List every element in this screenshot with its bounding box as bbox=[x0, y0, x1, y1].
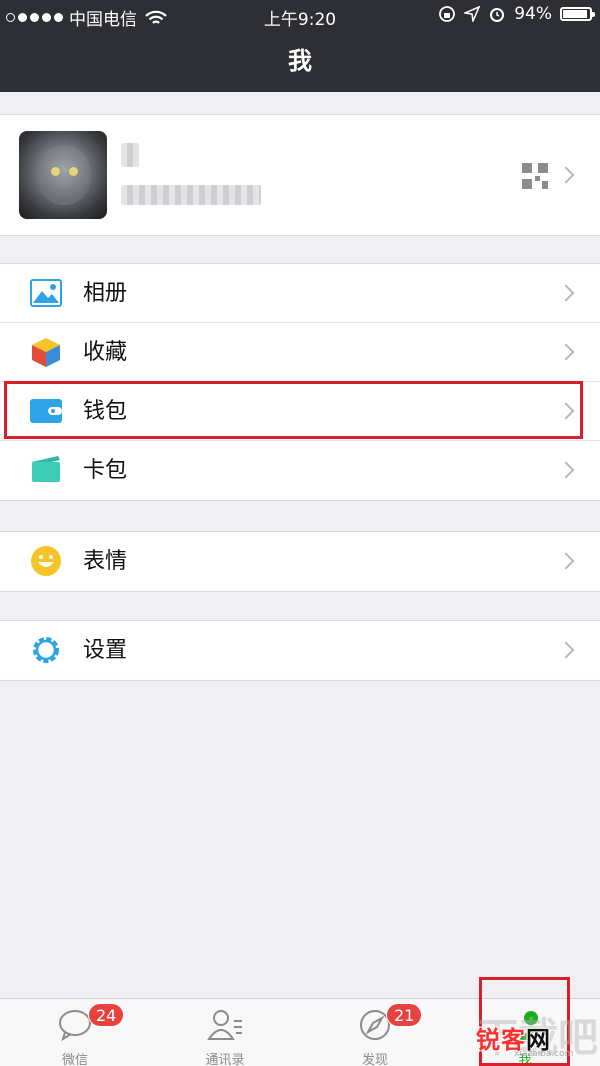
tab-label: 发现 bbox=[361, 1053, 388, 1066]
menu-group-emoji: 表情 bbox=[0, 531, 600, 592]
menu-item-label: 收藏 bbox=[83, 340, 128, 365]
battery-percent: 94% bbox=[514, 4, 552, 24]
menu-item-label: 相册 bbox=[83, 281, 128, 306]
watermark-url: xiazaiba.com bbox=[514, 1049, 574, 1059]
location-icon bbox=[464, 6, 481, 22]
watermark-logo: 下载吧 锐客网 xiazaiba.com bbox=[466, 1005, 600, 1065]
profile-name-blurred bbox=[121, 143, 139, 167]
smiley-icon bbox=[30, 545, 62, 577]
profile-card[interactable] bbox=[0, 114, 600, 236]
status-right: 94% bbox=[438, 4, 595, 24]
tab-label: 微信 bbox=[61, 1053, 88, 1066]
photo-album-icon bbox=[30, 277, 62, 309]
tab-chats[interactable]: 24 微信 bbox=[0, 999, 150, 1066]
tab-discover[interactable]: 21 发现 bbox=[300, 999, 450, 1066]
menu-group-settings: 设置 bbox=[0, 620, 600, 681]
chevron-right-icon bbox=[557, 166, 575, 184]
chevron-right-icon bbox=[557, 641, 575, 659]
wallet-highlight-box bbox=[4, 381, 583, 439]
card-pack-icon bbox=[30, 454, 62, 486]
menu-item-card-pack[interactable]: 卡包 bbox=[0, 441, 600, 500]
menu-item-settings[interactable]: 设置 bbox=[0, 621, 600, 680]
avatar[interactable] bbox=[19, 131, 107, 219]
chevron-right-icon bbox=[557, 284, 575, 302]
settings-gear-icon bbox=[30, 634, 62, 666]
menu-item-label: 卡包 bbox=[83, 458, 128, 483]
unread-badge: 24 bbox=[88, 1003, 125, 1027]
menu-item-album[interactable]: 相册 bbox=[0, 264, 600, 323]
status-bar: 中国电信 上午9:20 94% bbox=[0, 0, 600, 30]
unread-badge: 21 bbox=[386, 1003, 423, 1027]
favorites-cube-icon bbox=[30, 336, 62, 368]
qrcode-icon[interactable] bbox=[522, 163, 548, 189]
battery-icon bbox=[560, 7, 595, 21]
tab-label: 通讯录 bbox=[205, 1053, 245, 1066]
chevron-right-icon bbox=[557, 461, 575, 479]
rotation-lock-icon bbox=[439, 6, 456, 22]
menu-item-emoji[interactable]: 表情 bbox=[0, 532, 600, 591]
battery-fill bbox=[563, 10, 588, 18]
menu-item-label: 表情 bbox=[83, 549, 128, 574]
contacts-icon bbox=[207, 1010, 242, 1040]
tab-contacts[interactable]: 通讯录 bbox=[150, 999, 300, 1066]
profile-id-blurred bbox=[121, 185, 261, 205]
chevron-right-icon bbox=[557, 552, 575, 570]
menu-item-label: 设置 bbox=[83, 638, 128, 663]
page-title: 我 bbox=[0, 30, 600, 92]
alarm-icon bbox=[490, 8, 505, 22]
menu-item-favorites[interactable]: 收藏 bbox=[0, 323, 600, 382]
chevron-right-icon bbox=[557, 343, 575, 361]
